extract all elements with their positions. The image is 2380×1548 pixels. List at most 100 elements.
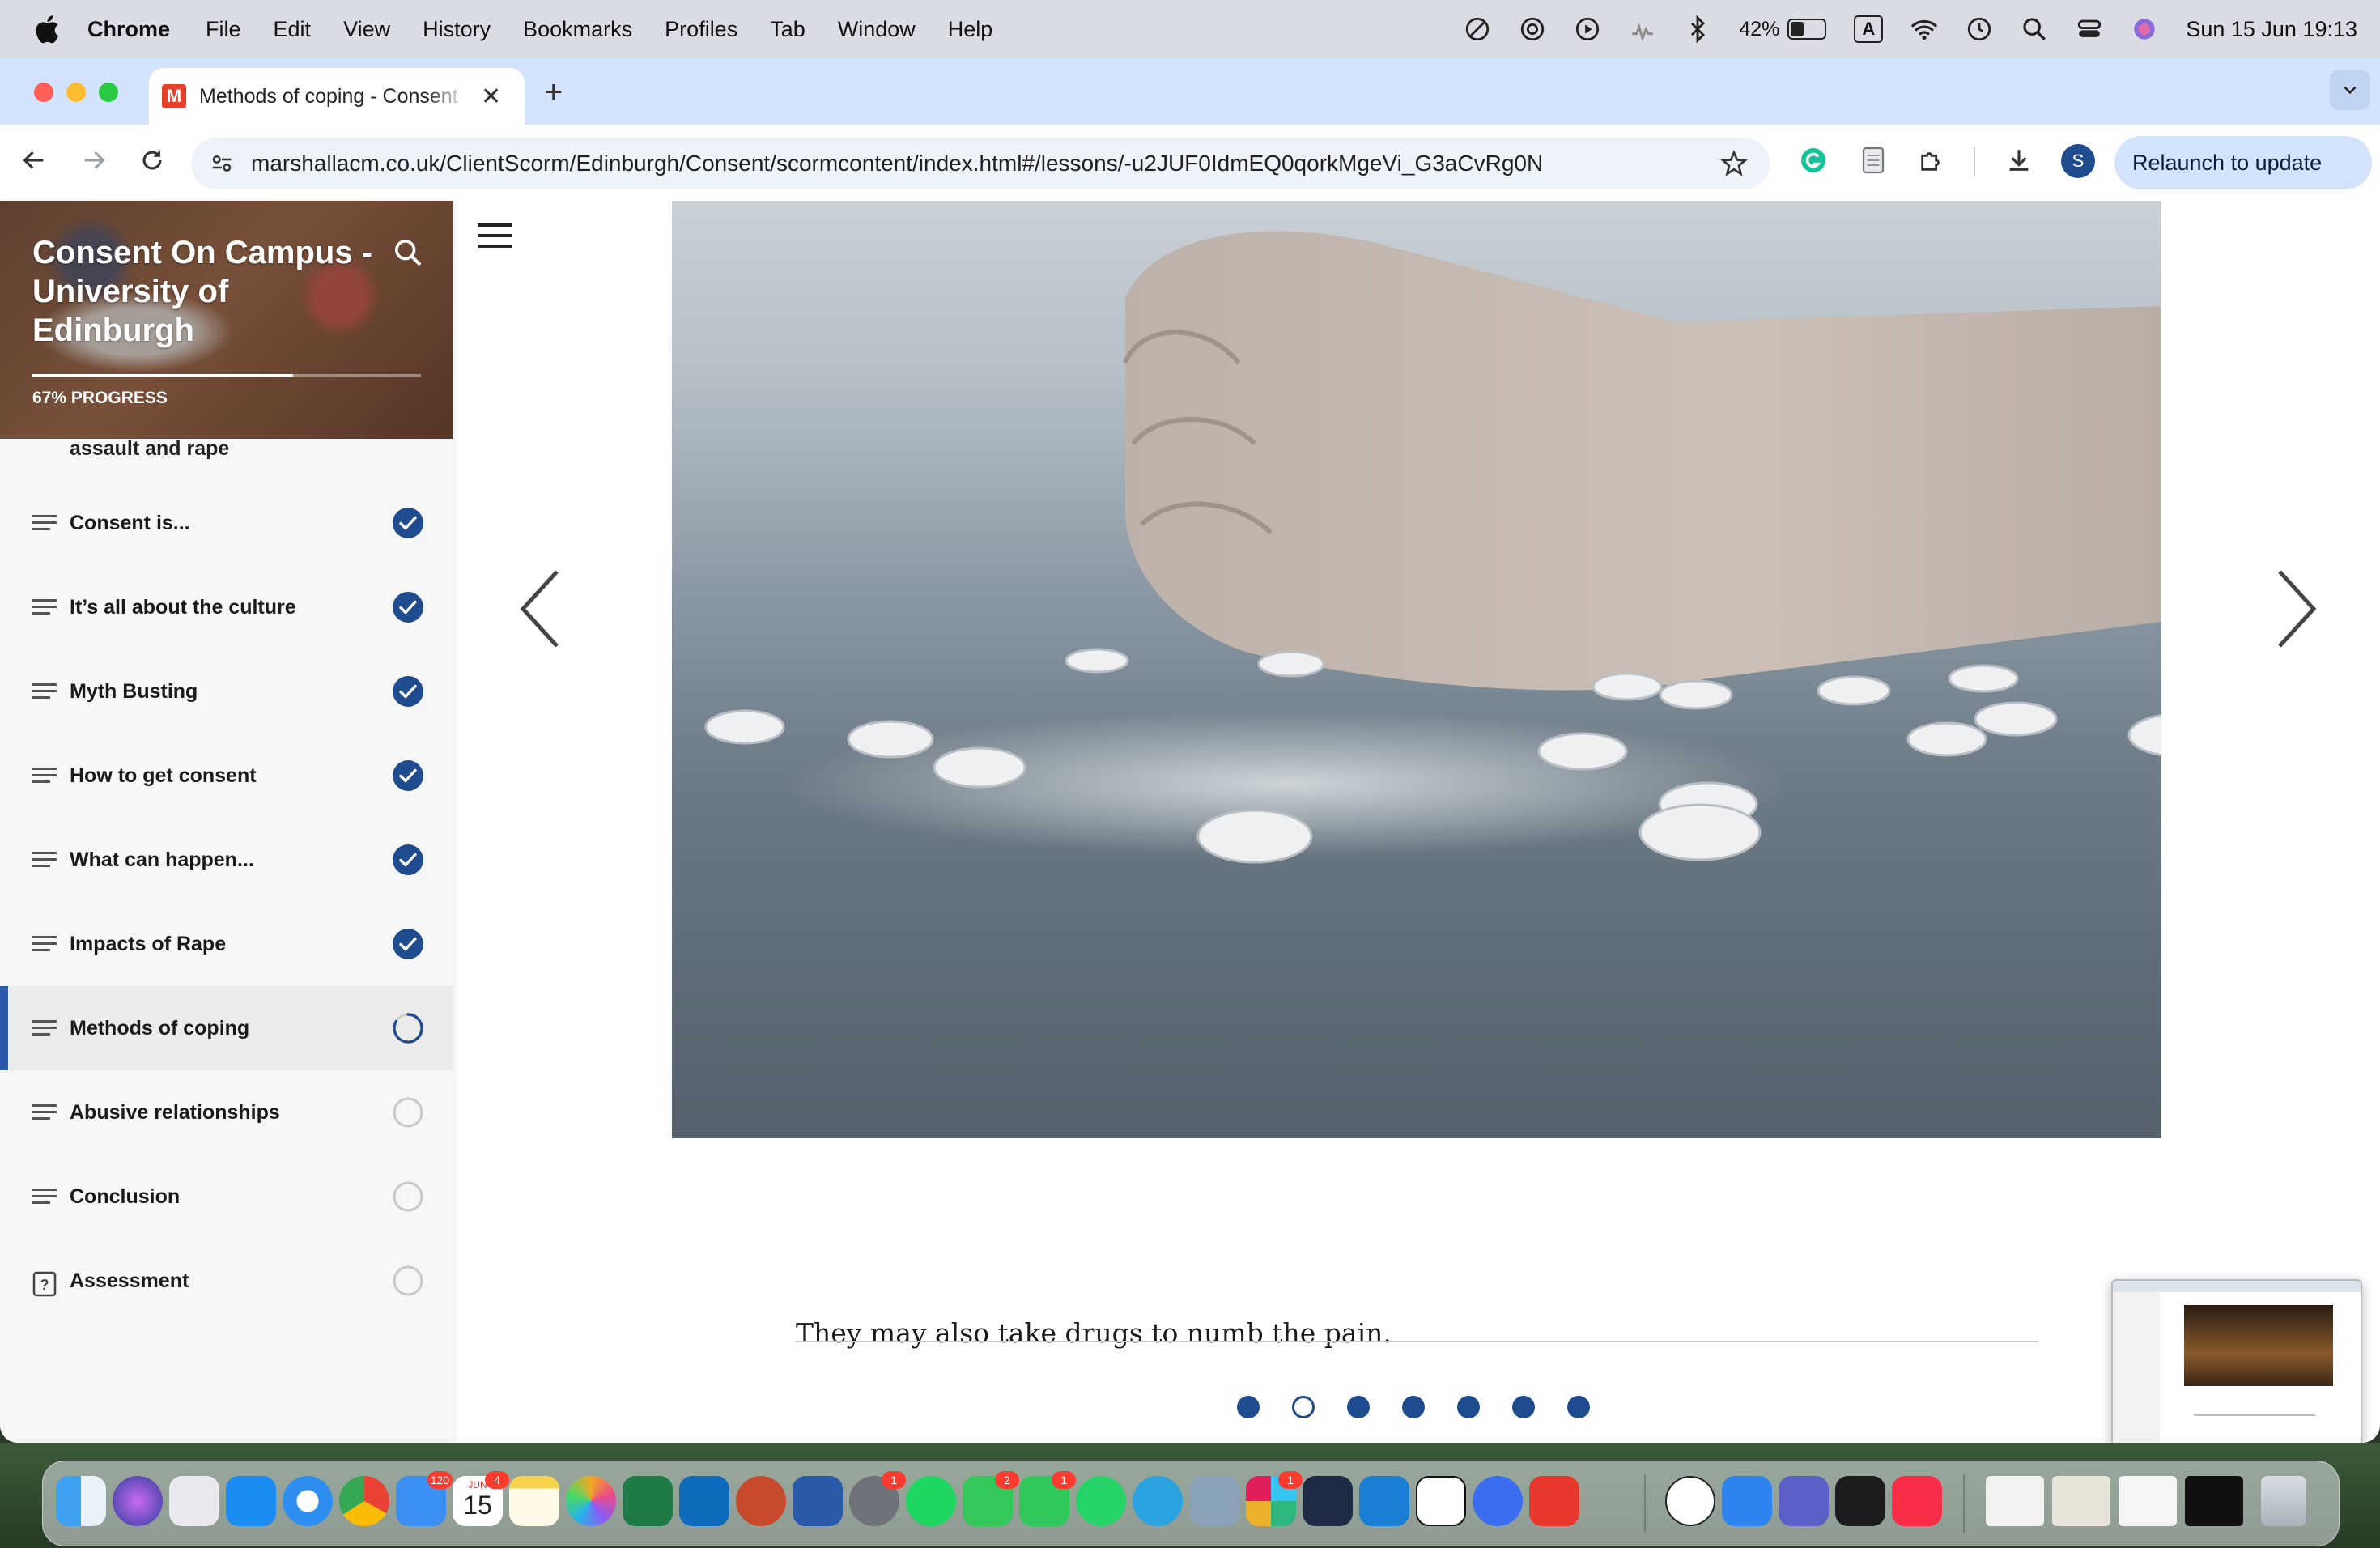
dock-telegram-icon[interactable] — [1133, 1476, 1183, 1526]
dock-messages-icon[interactable]: 2 — [963, 1471, 1019, 1526]
dock-system-settings-icon[interactable]: 1 — [849, 1471, 906, 1526]
dock-zotero-icon[interactable] — [1529, 1476, 1579, 1526]
dock-word-icon[interactable] — [793, 1476, 843, 1526]
lesson-item[interactable]: Methods of coping — [0, 986, 453, 1070]
tab-close-icon[interactable]: ✕ — [481, 83, 501, 111]
downloads-icon[interactable] — [2003, 144, 2035, 176]
lesson-item[interactable]: Myth Busting — [0, 649, 453, 734]
slide-dot[interactable] — [1457, 1396, 1480, 1418]
dock-slack-icon[interactable]: 1 — [1246, 1471, 1303, 1526]
slide-dot[interactable] — [1347, 1396, 1370, 1418]
reload-icon[interactable] — [134, 142, 170, 178]
url-text[interactable]: marshallacm.co.uk/ClientScorm/Edinburgh/… — [251, 151, 1543, 176]
dock-activity-monitor-icon[interactable] — [1835, 1476, 1885, 1526]
dock-chrome-icon[interactable] — [339, 1476, 389, 1526]
profile-avatar[interactable]: S — [2061, 144, 2095, 178]
menu-window[interactable]: Window — [838, 17, 916, 42]
control-center-icon[interactable] — [2076, 15, 2103, 43]
search-icon[interactable] — [392, 236, 424, 273]
next-slide-arrow-icon[interactable] — [2275, 568, 2318, 649]
menu-profiles[interactable]: Profiles — [665, 17, 737, 42]
back-arrow-icon[interactable] — [16, 142, 52, 178]
dock-minimized-window-3[interactable] — [2119, 1476, 2177, 1526]
dock-whatsapp-icon[interactable] — [1076, 1476, 1126, 1526]
lesson-item[interactable]: Impacts of Rape — [0, 902, 453, 986]
grammarly-extension-icon[interactable] — [1797, 144, 1830, 176]
tab-search-chevron-icon[interactable] — [2330, 70, 2370, 110]
dock-keynote-icon[interactable] — [1722, 1476, 1772, 1526]
dock-notes-icon[interactable] — [509, 1476, 559, 1526]
time-machine-icon[interactable] — [1966, 15, 1993, 43]
lesson-item[interactable]: How to get consent — [0, 734, 453, 818]
slide-dot[interactable] — [1402, 1396, 1425, 1418]
menu-bookmarks[interactable]: Bookmarks — [523, 17, 632, 42]
dock-trash-icon[interactable] — [2261, 1476, 2306, 1526]
site-settings-icon[interactable] — [206, 147, 238, 180]
dock-calendar-icon[interactable]: JUN 15 4 — [453, 1471, 509, 1526]
lesson-item[interactable]: It’s all about the culture — [0, 565, 453, 649]
dock-vscode-icon[interactable] — [1359, 1476, 1409, 1526]
menu-tab[interactable]: Tab — [770, 17, 805, 42]
dock-app-store-icon[interactable] — [226, 1476, 276, 1526]
menu-edit[interactable]: Edit — [274, 17, 312, 42]
address-bar[interactable]: marshallacm.co.uk/ClientScorm/Edinburgh/… — [191, 138, 1770, 189]
window-close-button[interactable] — [34, 83, 53, 102]
lesson-item[interactable]: What can happen... — [0, 818, 453, 902]
input-source-indicator[interactable]: A — [1854, 15, 1884, 43]
focus-status-icon[interactable] — [1464, 15, 1491, 43]
dock-mail-icon[interactable]: 120 — [396, 1471, 453, 1526]
dock-preview-icon[interactable] — [1189, 1476, 1239, 1526]
forward-arrow-icon[interactable] — [76, 142, 112, 178]
dock-minimized-window-1[interactable] — [1986, 1476, 2044, 1526]
wifi-icon[interactable] — [1910, 15, 1938, 43]
slide-dot[interactable] — [1237, 1396, 1260, 1418]
battery-indicator[interactable]: 42% — [1739, 18, 1827, 41]
menu-view[interactable]: View — [343, 17, 390, 42]
dock-chatgpt-icon[interactable] — [1665, 1476, 1715, 1526]
relaunch-to-update-button[interactable]: Relaunch to update — [2114, 136, 2372, 189]
dock-music-icon[interactable] — [1892, 1476, 1942, 1526]
bookmark-star-icon[interactable] — [1719, 149, 1749, 182]
menu-history[interactable]: History — [423, 17, 491, 42]
dock-powerpoint-icon[interactable] — [736, 1476, 786, 1526]
lesson-label-partial[interactable]: assault and rape — [70, 437, 229, 461]
activity-status-icon[interactable] — [1629, 15, 1656, 43]
extensions-puzzle-icon[interactable] — [1915, 144, 1948, 176]
window-zoom-button[interactable] — [99, 83, 118, 102]
menu-help[interactable]: Help — [948, 17, 993, 42]
screenshot-preview-thumbnail[interactable] — [2111, 1279, 2362, 1446]
siri-icon[interactable] — [2131, 15, 2158, 43]
play-status-icon[interactable] — [1574, 15, 1601, 43]
menu-app-chrome[interactable]: Chrome — [87, 17, 170, 42]
lesson-item[interactable]: ? Assessment — [0, 1239, 453, 1323]
dock-safari-icon[interactable] — [283, 1476, 333, 1526]
window-minimize-button[interactable] — [66, 83, 86, 102]
dock-notion-icon[interactable] — [1416, 1476, 1466, 1526]
dock-launchpad-icon[interactable] — [169, 1476, 219, 1526]
dock-finder-icon[interactable] — [56, 1476, 106, 1526]
dock-spotify-icon[interactable] — [906, 1476, 956, 1526]
dock-cursor-icon[interactable] — [1303, 1476, 1353, 1526]
bluetooth-icon[interactable] — [1684, 15, 1711, 43]
chatgpt-status-icon[interactable] — [1519, 15, 1546, 43]
apple-logo-icon[interactable] — [32, 13, 60, 45]
lesson-item[interactable]: Consent is... — [0, 481, 453, 565]
tab-methods-of-coping[interactable]: M Methods of coping - Consent ✕ — [149, 68, 525, 125]
dock-facetime-icon[interactable]: 1 — [1019, 1471, 1076, 1526]
dock-siri-icon[interactable] — [113, 1476, 163, 1526]
dock-arc-icon[interactable] — [1473, 1476, 1523, 1526]
menu-file[interactable]: File — [206, 17, 241, 42]
dock-outlook-icon[interactable] — [679, 1476, 729, 1526]
dock-teams-icon[interactable] — [1779, 1476, 1829, 1526]
new-tab-plus-icon[interactable]: + — [544, 74, 563, 111]
slide-dot[interactable] — [1512, 1396, 1535, 1418]
dock-photos-icon[interactable] — [566, 1476, 616, 1526]
lesson-item[interactable]: Abusive relationships — [0, 1070, 453, 1155]
dock-minimized-window-2[interactable] — [2052, 1476, 2110, 1526]
dock-excel-icon[interactable] — [623, 1476, 673, 1526]
spotlight-search-icon[interactable] — [2021, 15, 2048, 43]
menubar-clock[interactable]: Sun 15 Jun 19:13 — [2186, 17, 2357, 42]
dock-minimized-window-4[interactable] — [2185, 1476, 2243, 1526]
slide-dot[interactable] — [1292, 1396, 1315, 1418]
reader-mode-icon[interactable] — [1857, 144, 1889, 176]
